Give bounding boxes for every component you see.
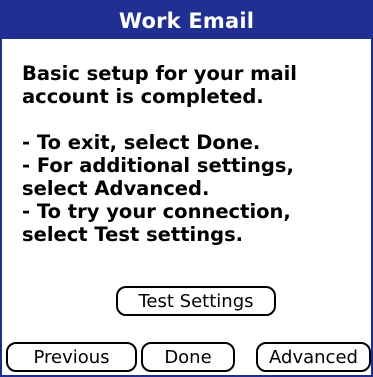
test-settings-button[interactable]: Test Settings xyxy=(116,286,276,316)
message-line: - To exit, select Done. xyxy=(22,131,261,154)
message-line: - For additional settings, xyxy=(22,154,294,177)
dialog-title-bar: Work Email xyxy=(2,2,371,39)
message-line: - To try your connection, xyxy=(22,200,291,223)
message-paragraph-summary: Basic setup for your mail account is com… xyxy=(22,62,362,108)
dialog-title: Work Email xyxy=(118,8,255,33)
advanced-button[interactable]: Advanced xyxy=(256,342,371,372)
message-line: select Advanced. xyxy=(22,177,210,200)
message-paragraph-instructions: - To exit, select Done. - For additional… xyxy=(22,131,362,246)
setup-message: Basic setup for your mail account is com… xyxy=(22,62,362,246)
work-email-dialog: Work Email Basic setup for your mail acc… xyxy=(0,0,373,377)
previous-button[interactable]: Previous xyxy=(6,342,137,372)
done-button[interactable]: Done xyxy=(141,342,235,372)
message-line: select Test settings. xyxy=(22,223,244,246)
message-line: account is completed. xyxy=(22,85,264,108)
message-line: Basic setup for your mail xyxy=(22,62,297,85)
